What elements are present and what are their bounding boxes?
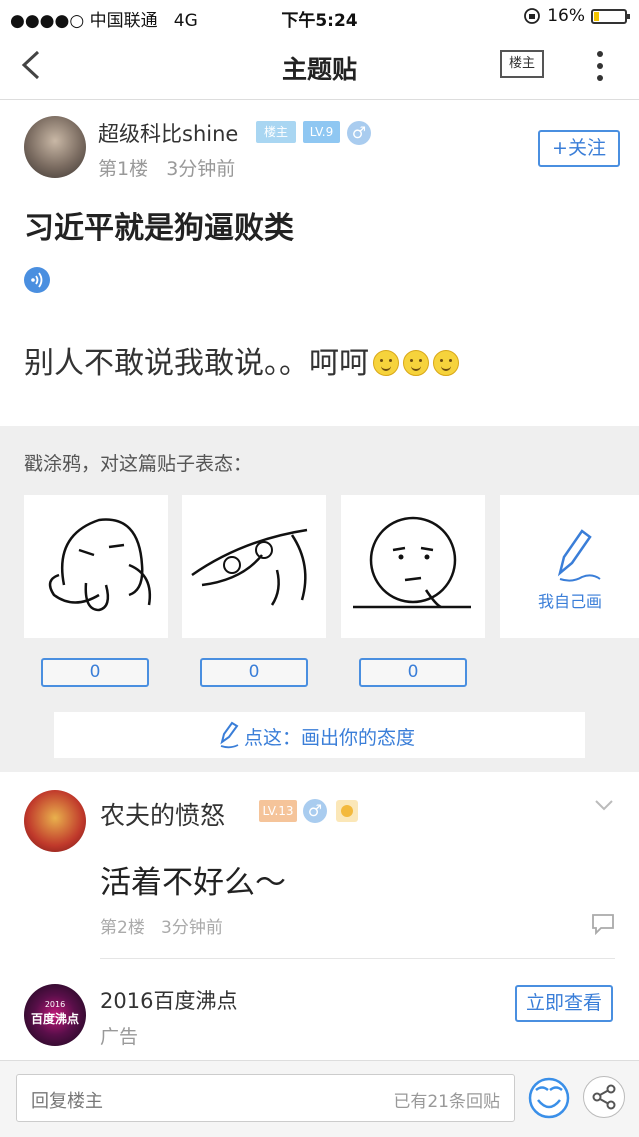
voice-icon[interactable] <box>24 267 50 293</box>
battery-icon <box>591 8 630 24</box>
smile-emoji-icon <box>433 350 459 376</box>
op-username[interactable]: 超级科比shine <box>98 118 238 148</box>
smile-emoji-icon <box>373 350 399 376</box>
reply-time: 3分钟前 <box>161 918 223 938</box>
reply-floor: 第2楼 <box>100 918 145 938</box>
ad-view-button[interactable]: 立即查看 <box>515 985 613 1022</box>
level-badge: LV.9 <box>303 121 340 143</box>
pencil-icon <box>220 721 239 749</box>
doodle-count-3[interactable]: 0 <box>359 658 467 687</box>
share-button[interactable] <box>583 1076 625 1118</box>
doodle-card-flower[interactable] <box>182 495 326 638</box>
status-bar: ●●●●○ 中国联通 4G 下午5:24 16% <box>0 0 639 32</box>
op-badge: 楼主 <box>256 121 296 143</box>
ad-title[interactable]: 2016百度沸点 <box>100 985 237 1015</box>
reply-meta: 第2楼 3分钟前 <box>100 913 223 938</box>
male-icon: ♂ <box>347 121 371 145</box>
chevron-down-icon[interactable] <box>594 798 614 812</box>
ad-avatar-title: 百度沸点 <box>30 1012 79 1026</box>
post-body: 别人不敢说我敢说。。呵呵 <box>24 338 459 382</box>
share-icon <box>592 1084 616 1110</box>
rotation-lock-icon <box>524 8 541 24</box>
pencil-icon <box>557 529 601 582</box>
flower-face-doodle-icon <box>191 528 308 606</box>
doodle-card-draw-own[interactable] <box>500 495 639 638</box>
ad-avatar-year: 2016 <box>44 1000 66 1009</box>
reply-avatar[interactable] <box>24 790 86 852</box>
sun-medal-icon <box>336 800 358 822</box>
doodle-card-thinking[interactable] <box>341 495 485 638</box>
op-avatar[interactable] <box>24 116 86 178</box>
reply-body: 活着不好么～ <box>100 865 286 901</box>
reply-input[interactable]: 回复楼主 已有21条回贴 <box>16 1074 515 1122</box>
follow-button[interactable]: +关注 <box>538 130 620 167</box>
reply-username[interactable]: 农夫的愤怒 <box>100 796 225 832</box>
battery-area: 16% <box>523 6 630 26</box>
reply-count: 已有21条回贴 <box>393 1092 500 1112</box>
floor-number: 第1楼 <box>98 158 149 180</box>
divider <box>100 958 615 959</box>
doodle-card-tongue[interactable] <box>24 495 168 638</box>
nav-bar: 主题贴 楼主 <box>0 32 639 100</box>
doodle-count-1[interactable]: 0 <box>41 658 149 687</box>
smile-emoji-icon <box>403 350 429 376</box>
reply-level-badge: LV.13 <box>259 800 297 822</box>
draw-own-label: 我自己画 <box>537 592 602 611</box>
more-icon[interactable] <box>590 46 610 86</box>
ad-label: 广告 <box>100 1026 139 1048</box>
battery-percent: 16% <box>547 6 585 26</box>
post-title: 习近平就是狗逼败类 <box>24 211 294 246</box>
draw-attitude-label: 点这：画出你的态度 <box>244 727 416 749</box>
thinking-face-doodle-icon <box>353 516 471 609</box>
ad-avatar[interactable]: 2016 百度沸点 <box>24 984 86 1046</box>
post-meta: 第1楼 3分钟前 <box>98 154 235 181</box>
doodle-heading: 戳涂鸦，对这篇贴子表态： <box>24 453 253 475</box>
male-icon: ♂ <box>303 799 327 823</box>
comment-icon[interactable] <box>591 913 615 935</box>
reply-placeholder: 回复楼主 <box>31 1091 103 1112</box>
doodle-count-2[interactable]: 0 <box>200 658 308 687</box>
post-body-text: 别人不敢说我敢说。。呵呵 <box>24 346 369 381</box>
draw-attitude-button[interactable]: 点这：画出你的态度 <box>54 712 585 758</box>
tongue-face-doodle-icon <box>48 518 152 612</box>
post-time: 3分钟前 <box>166 158 236 180</box>
only-op-button[interactable]: 楼主 <box>500 50 544 78</box>
emoji-icon[interactable] <box>526 1074 572 1120</box>
